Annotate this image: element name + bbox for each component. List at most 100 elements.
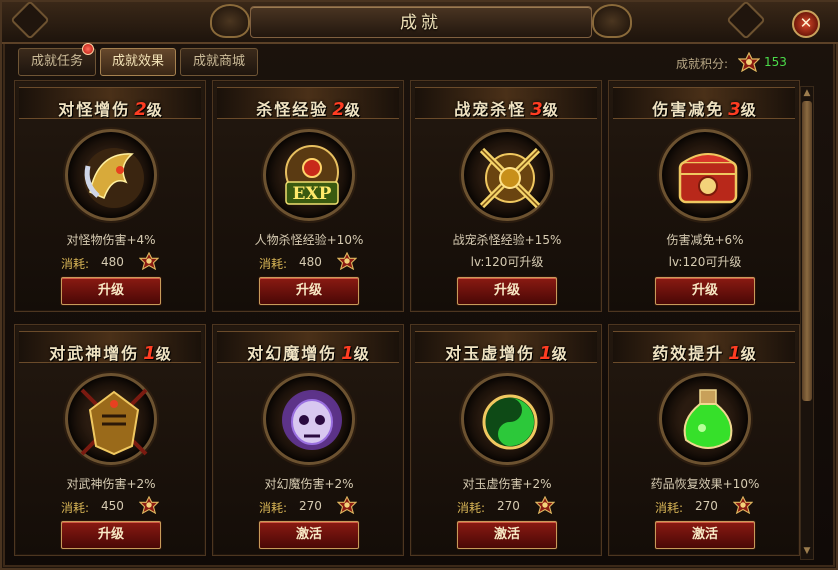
cost-row: 消耗: 450 (15, 496, 207, 515)
card-header: 对玉虚增伤 1级 (415, 331, 597, 364)
level-suffix: 级 (353, 345, 369, 363)
effect-emblem: EXP (263, 129, 355, 221)
card-header: 对武神增伤 1级 (19, 331, 201, 364)
golden-dragon-axe-icon (84, 148, 144, 208)
level-suffix: 级 (344, 101, 360, 119)
effect-emblem (461, 373, 553, 465)
corner-ornament-right (726, 0, 766, 40)
achievement-emblem-icon (733, 496, 753, 514)
effect-card: 伤害减免 3级伤害减免+6% lv:120可升级升级 (608, 80, 800, 312)
upgrade-button[interactable]: 升级 (655, 277, 755, 305)
effect-card: 对怪增伤 2级 对怪物伤害+4% 消耗: 480 升级 (14, 80, 206, 312)
card-title: 对武神增伤 1级 (19, 340, 201, 364)
effect-name: 药效提升 (652, 344, 725, 363)
score-value: 153 (764, 55, 787, 69)
notification-dot-icon (82, 43, 94, 55)
cost-label: 消耗: (61, 257, 90, 271)
cost-value: 270 (299, 499, 322, 513)
effect-description: 对玉虚伤害+2% (462, 477, 552, 491)
level-suffix: 级 (155, 345, 171, 363)
achievement-emblem-icon (139, 252, 159, 270)
cost-value: 450 (101, 499, 124, 513)
effect-card: 战宠杀怪 3级 战宠杀怪经验+15% lv:120可升级 升级 (410, 80, 602, 312)
upgrade-button[interactable]: 升级 (457, 277, 557, 305)
effect-name: 对幻魔增伤 (247, 344, 338, 363)
effect-description: 战宠杀怪经验+15% (452, 233, 562, 247)
card-header: 战宠杀怪 3级 (415, 87, 597, 120)
cost-row: 消耗: 270 (213, 496, 405, 515)
upgrade-button[interactable]: 升级 (61, 277, 161, 305)
effect-card: 对武神增伤 1级对武神伤害+2% 消耗: 450 升级 (14, 324, 206, 556)
purple-skull-icon (282, 390, 342, 450)
effect-description: 对幻魔伤害+2% (264, 477, 354, 491)
cost-value: 480 (299, 255, 322, 269)
cost-label: 消耗: (259, 257, 288, 271)
effect-level: 1 (539, 343, 552, 364)
close-button[interactable]: ✕ (792, 10, 820, 38)
card-header: 对幻魔增伤 1级 (217, 331, 399, 364)
effect-emblem (263, 373, 355, 465)
exp-crest-icon: EXP (285, 145, 339, 205)
window-title: 成就 (400, 13, 442, 33)
effect-description: 药品恢复效果+10% (650, 477, 760, 491)
cost-row: 消耗: 480 (213, 252, 405, 271)
card-header: 伤害减免 3级 (613, 87, 795, 120)
card-header: 药效提升 1级 (613, 331, 795, 364)
effect-level: 1 (341, 343, 354, 364)
effect-description: 伤害减免+6% (666, 233, 744, 247)
tab-achievement-shop[interactable]: 成就商城 (180, 48, 258, 76)
cost-label: 消耗: (259, 501, 288, 515)
cost-label: 消耗: (457, 501, 486, 515)
achievement-emblem-icon (738, 52, 760, 72)
cost-row: 消耗: 270 (609, 496, 801, 515)
effect-name: 对玉虚增伤 (445, 344, 536, 363)
level-suffix: 级 (551, 345, 567, 363)
cost-row: 消耗: 270 (411, 496, 603, 515)
upgrade-button[interactable]: 升级 (61, 521, 161, 549)
title-ornament-right (592, 4, 632, 38)
achievement-emblem-icon (535, 496, 555, 514)
effect-description: 人物杀怪经验+10% (254, 233, 364, 247)
effect-emblem (461, 129, 553, 221)
card-header: 杀怪经验 2级 (217, 87, 399, 120)
effect-card: 对玉虚增伤 1级对玉虚伤害+2% 消耗: 270 激活 (410, 324, 602, 556)
crossed-swords-crest-icon (479, 147, 541, 209)
card-title: 战宠杀怪 3级 (415, 96, 597, 120)
cost-value: 270 (497, 499, 520, 513)
yin-yang-crest-icon (482, 394, 538, 450)
effect-description: 对武神伤害+2% (66, 477, 156, 491)
card-title: 杀怪经验 2级 (217, 96, 399, 120)
cost-value: 480 (101, 255, 124, 269)
effect-level: 3 (728, 99, 741, 120)
achievement-emblem-icon (139, 496, 159, 514)
achievement-emblem-icon (337, 252, 357, 270)
title-bar[interactable]: 成就 ✕ (2, 0, 838, 44)
effect-card: 对幻魔增伤 1级对幻魔伤害+2% 消耗: 270 激活 (212, 324, 404, 556)
upgrade-button[interactable]: 升级 (259, 277, 359, 305)
cost-row: 消耗: 480 (15, 252, 207, 271)
scrollbar[interactable]: ▲ ▼ (800, 86, 814, 560)
card-title: 对玉虚增伤 1级 (415, 340, 597, 364)
activate-button[interactable]: 激活 (457, 521, 557, 549)
effect-name: 杀怪经验 (256, 100, 329, 119)
effect-name: 战宠杀怪 (454, 100, 527, 119)
effect-level: 2 (332, 99, 345, 120)
upgrade-requirement: lv:120可升级 (668, 255, 742, 269)
tab-achievement-effects[interactable]: 成就效果 (100, 48, 176, 76)
scroll-down-icon[interactable]: ▼ (801, 545, 813, 557)
title-ornament-left (210, 4, 250, 38)
activate-button[interactable]: 激活 (259, 521, 359, 549)
scroll-up-icon[interactable]: ▲ (801, 87, 813, 99)
level-suffix: 级 (542, 101, 558, 119)
effects-grid: 对怪增伤 2级 对怪物伤害+4% 消耗: 480 升级 杀怪经验 2级 EXP 人物杀怪经验+10… (14, 80, 804, 564)
effect-card: 药效提升 1级药品恢复效果+10% 消耗: 270 激活 (608, 324, 800, 556)
achievement-emblem-icon (337, 496, 357, 514)
activate-button[interactable]: 激活 (655, 521, 755, 549)
effect-level: 2 (134, 99, 147, 120)
level-suffix: 级 (146, 101, 162, 119)
effect-description: 对怪物伤害+4% (66, 233, 156, 247)
scroll-thumb[interactable] (802, 101, 812, 401)
effect-emblem (659, 373, 751, 465)
warrior-helmet-crest-icon (80, 388, 148, 456)
effect-emblem (659, 129, 751, 221)
